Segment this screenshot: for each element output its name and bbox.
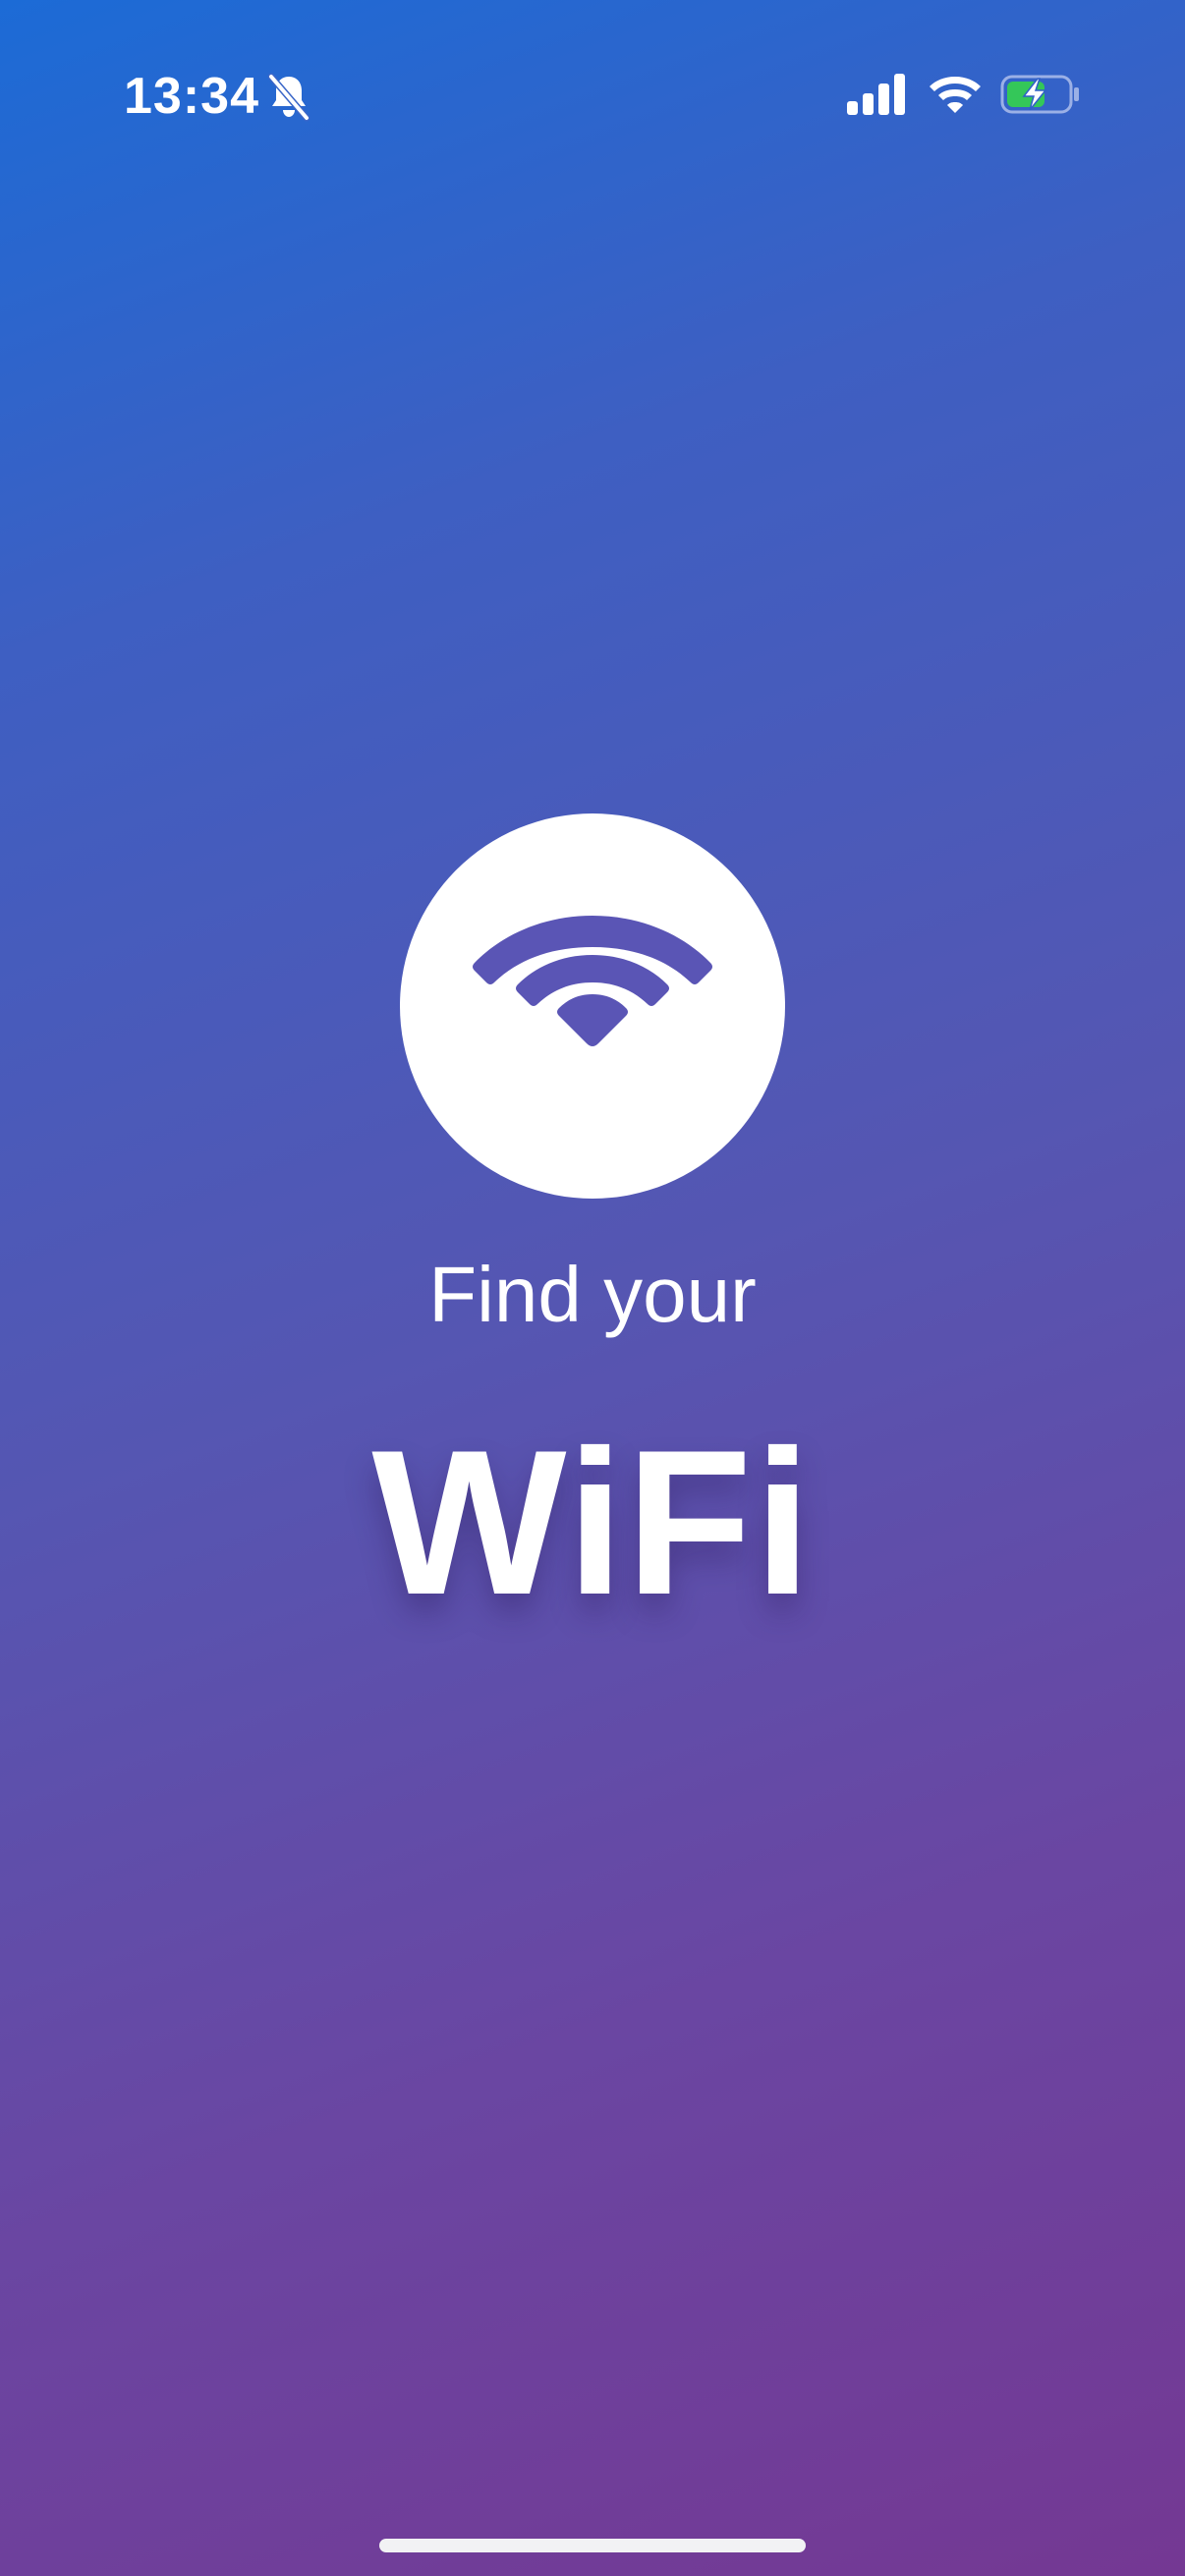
home-indicator[interactable]: [379, 2539, 806, 2552]
wifi-icon: [930, 77, 981, 113]
wifi-icon: [473, 916, 712, 1046]
status-bar: 13:34: [0, 0, 1185, 196]
bell-slash-icon: [267, 73, 310, 122]
status-time: 13:34: [124, 68, 259, 125]
battery-charging-icon: [1000, 75, 1079, 114]
app-logo: [400, 813, 785, 1199]
splash-subtitle: Find your: [428, 1251, 757, 1338]
cellular-signal-icon: [847, 74, 905, 115]
splash-title: WiFi: [371, 1407, 814, 1638]
